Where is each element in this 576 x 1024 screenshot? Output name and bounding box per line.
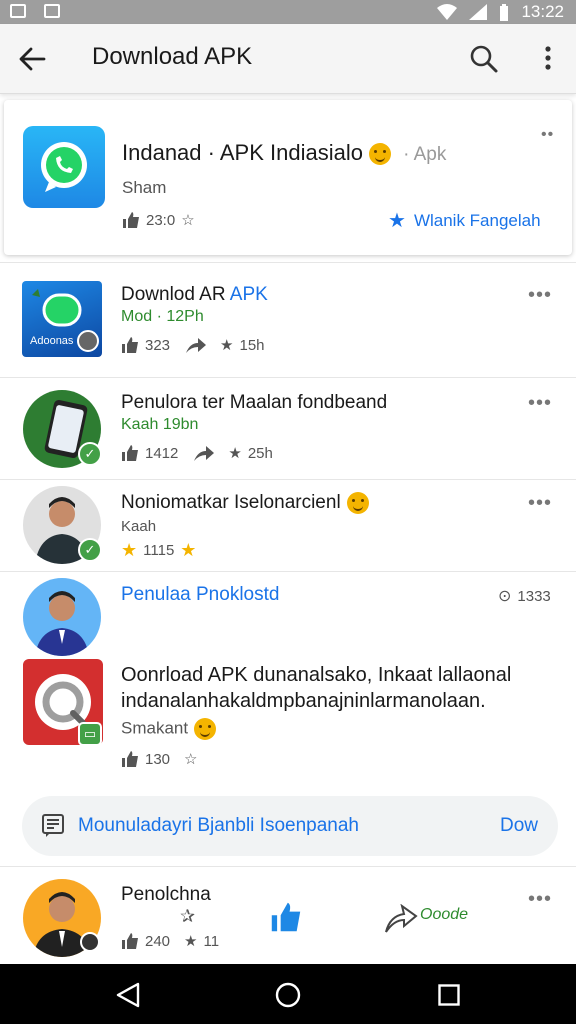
star-filled-icon: ★ <box>184 933 198 950</box>
search-icon[interactable] <box>468 43 500 75</box>
page-title: Download APK <box>92 43 253 70</box>
clock: 13:22 <box>521 2 564 21</box>
list-item[interactable]: Penolchna ••• ✰ 240 ★ 11 Ooode <box>0 870 576 962</box>
item-stars: 15h <box>239 336 265 354</box>
system-nav-bar <box>0 964 576 1024</box>
list-item[interactable]: Adoonas Downlod AR APK ••• Mod · 12Ph 32… <box>0 270 576 376</box>
more-dots-icon[interactable]: ••• <box>528 392 552 415</box>
download-banner[interactable]: Mounuladayri Bjanbli Isoenpanah Dow <box>22 796 558 856</box>
like-button-icon[interactable] <box>270 902 302 932</box>
emoji-icon <box>368 143 391 166</box>
item-likes: 240 <box>145 932 171 950</box>
thumbs-up-icon <box>123 212 139 228</box>
star-filled-icon: ★ <box>121 540 138 560</box>
views-icon: ⊙ <box>498 588 512 605</box>
item-subtitle: Mod · 12Ph <box>121 308 204 325</box>
item-subtitle: Kaah <box>121 518 157 535</box>
list-item[interactable]: Penulaa Pnoklostd ⊙ 1333 <box>0 572 576 656</box>
star-outline-icon: ☆ <box>181 212 195 229</box>
thumbs-up-icon <box>122 445 138 461</box>
back-arrow-icon[interactable] <box>16 44 48 74</box>
signal-icon <box>469 4 488 20</box>
featured-title: Indanad · APK Indiasialo · Apk <box>122 140 447 166</box>
item-likes: 323 <box>145 336 171 354</box>
list-item[interactable]: ✓ Penulora ter Maalan fondbeand ••• Kaah… <box>0 378 576 478</box>
wifi-icon <box>437 4 458 20</box>
item-title: Penulaa Pnoklostd <box>121 584 280 605</box>
star-filled-icon: ★ <box>180 540 197 560</box>
item-stars: 25h <box>247 444 273 462</box>
note-icon <box>42 814 64 837</box>
views-count: ⊙ 1333 <box>498 587 551 606</box>
thumbs-up-icon <box>122 933 138 949</box>
more-dots-icon[interactable]: ••• <box>528 492 552 515</box>
app-bar: Download APK <box>0 24 576 94</box>
icon-label: Adoonas <box>30 335 74 347</box>
item-meta: 323 ★ 15h <box>121 336 265 354</box>
banner-text: Mounuladayri Bjanbli Isoenpanah <box>78 815 359 836</box>
item-title: Noniomatkar Iselonarcienl <box>121 492 369 514</box>
star-outline-icon: ✰ <box>180 906 196 926</box>
item-likes: 1412 <box>145 444 179 462</box>
featured-action[interactable]: ★ Wlanik Fangelah <box>388 208 541 233</box>
list-item[interactable]: ▭ Oonrload APK dunanalsako, Inkaat lalla… <box>0 656 576 780</box>
item-title-line1: Oonrload APK dunanalsako, Inkaat lallaon… <box>121 664 512 686</box>
status-bar: 13:22 <box>0 0 576 24</box>
item-stars: 11 <box>203 932 220 950</box>
signature-text: Ooode <box>420 906 469 923</box>
featured-app-card[interactable]: Indanad · APK Indiasialo · Apk •• Sham 2… <box>4 100 572 255</box>
verified-badge: ✓ <box>78 538 102 562</box>
more-dots-icon[interactable]: •• <box>541 126 554 144</box>
gallery-icon <box>44 4 60 18</box>
emoji-icon <box>346 492 369 514</box>
item-subtitle: Kaah 19bn <box>121 416 199 433</box>
star-filled-icon: ★ <box>228 445 242 462</box>
featured-likes: 23:0 <box>146 211 176 229</box>
whatsapp-app-icon <box>23 126 105 208</box>
notification-icon <box>10 4 26 18</box>
emoji-icon <box>194 718 217 740</box>
featured-action-label: Wlanik Fangelah <box>413 210 541 230</box>
star-outline-icon: ☆ <box>184 751 198 768</box>
nav-home-icon[interactable] <box>275 982 301 1008</box>
nav-back-icon[interactable] <box>116 982 140 1008</box>
share-outline-icon[interactable] <box>384 904 418 934</box>
star-filled-icon: ★ <box>388 210 406 232</box>
item-meta: 1412 ★ 25h <box>121 444 273 462</box>
featured-subtitle: Sham <box>122 178 167 197</box>
apk-app-icon: Adoonas <box>22 281 102 357</box>
verified-badge: ✓ <box>78 442 102 466</box>
star-filled-icon: ★ <box>220 337 234 354</box>
more-vert-icon[interactable] <box>536 42 560 74</box>
profile-avatar <box>23 578 101 656</box>
item-title: Downlod AR APK <box>121 284 268 305</box>
item-title: Penulora ter Maalan fondbeand <box>121 392 388 413</box>
share-icon <box>186 338 207 353</box>
nav-recents-icon[interactable] <box>438 984 460 1006</box>
item-subtitle: Smakant <box>121 718 217 740</box>
battery-icon <box>500 3 509 21</box>
item-meta: 240 ★ 11 <box>121 932 219 950</box>
share-icon <box>194 446 215 461</box>
profile-badge <box>80 932 100 952</box>
item-meta: 130 ☆ <box>121 750 197 768</box>
featured-meta: 23:0 ☆ <box>122 211 195 229</box>
app-badge: ▭ <box>78 722 102 746</box>
item-title-line2: indanalanhakaldmpbanajninlarmanolaan. <box>121 690 486 712</box>
more-dots-icon[interactable]: ••• <box>528 284 552 307</box>
item-rating: 1115 <box>143 542 175 559</box>
download-button[interactable]: Dow <box>500 815 538 837</box>
more-dots-icon[interactable]: ••• <box>528 888 552 911</box>
item-likes: 130 <box>145 750 171 768</box>
thumbs-up-icon <box>122 751 138 767</box>
thumbs-up-icon <box>122 337 138 353</box>
list-item[interactable]: ✓ Noniomatkar Iselonarcienl ••• Kaah ★ 1… <box>0 480 576 570</box>
item-title: Penolchna <box>121 884 211 905</box>
item-meta: ★ 1115 ★ <box>121 540 196 561</box>
